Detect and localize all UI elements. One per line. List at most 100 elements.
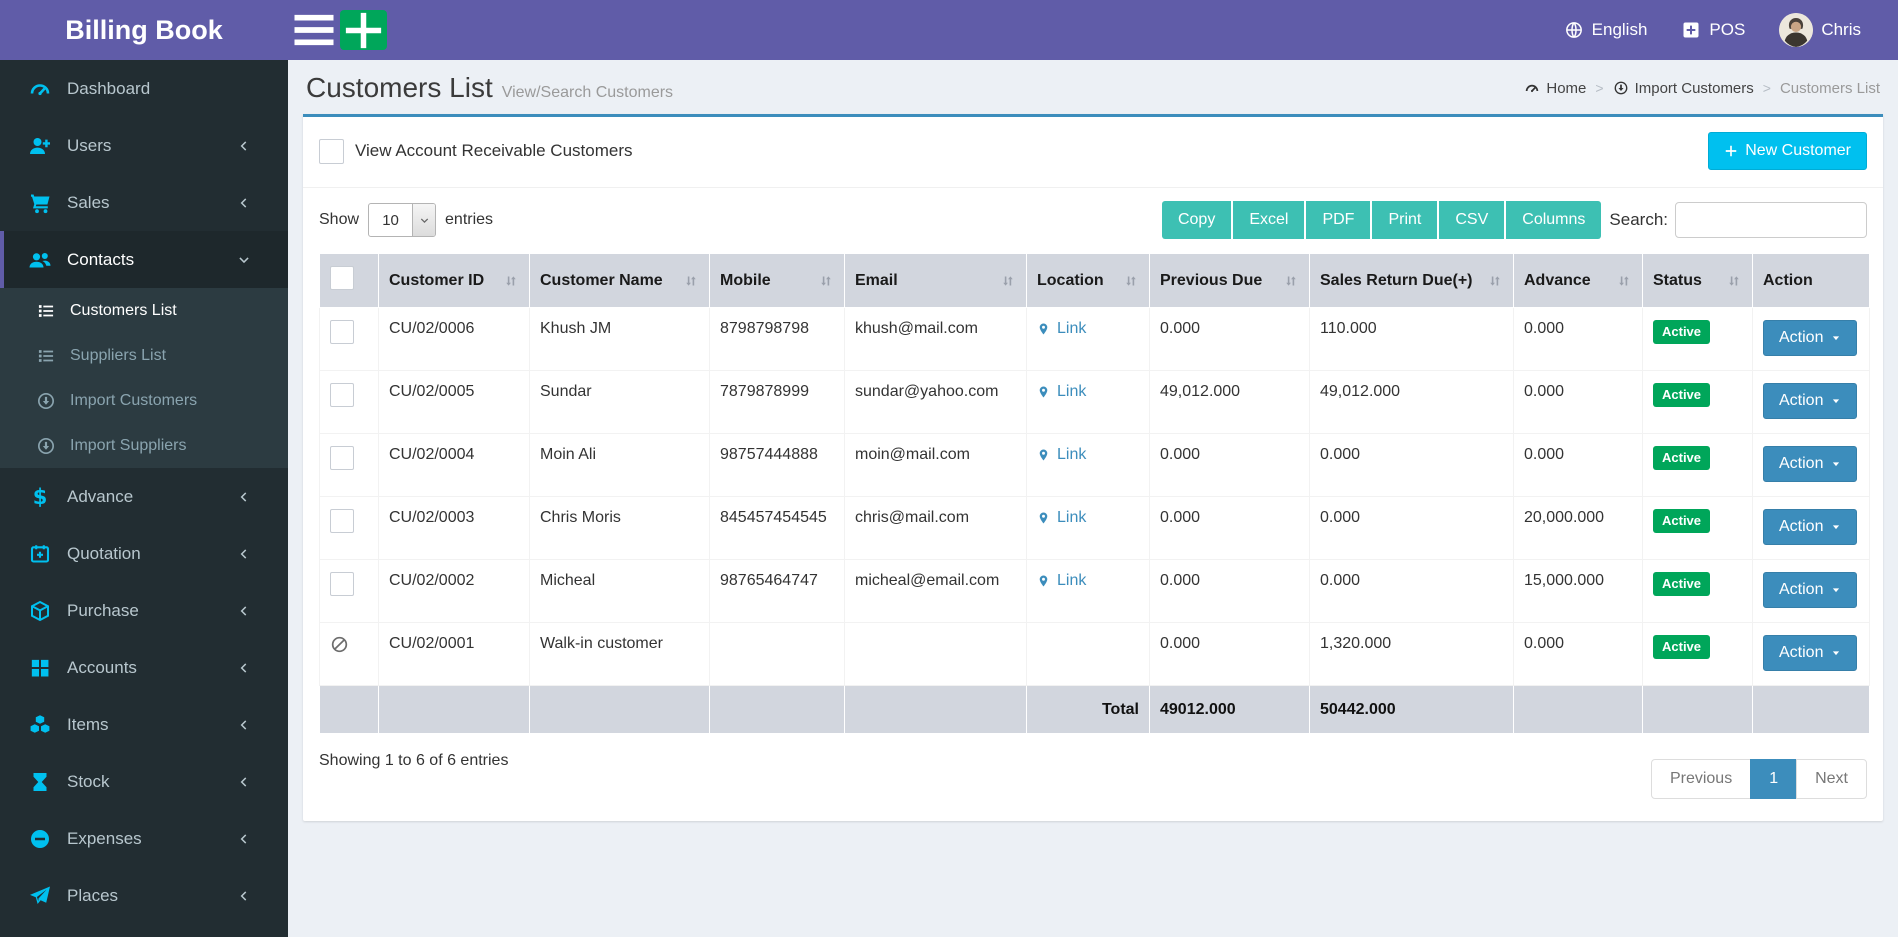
sidebar-item-items[interactable]: Items	[0, 696, 288, 753]
action-dropdown-button[interactable]: Action	[1763, 320, 1857, 356]
sidebar-item-advance[interactable]: $Advance	[0, 468, 288, 525]
language-menu[interactable]: English	[1547, 0, 1665, 60]
sidebar-item-label: Quotation	[67, 544, 141, 564]
row-checkbox[interactable]	[330, 446, 354, 470]
column-header-email[interactable]: Email	[845, 254, 1027, 308]
action-dropdown-button[interactable]: Action	[1763, 509, 1857, 545]
table-footer: Showing 1 to 6 of 6 entries Previous1Nex…	[303, 734, 1883, 821]
location-link[interactable]: Link	[1037, 383, 1086, 401]
quick-add-button[interactable]	[340, 10, 387, 50]
total-empty-cell	[530, 686, 710, 734]
export-excel-button[interactable]: Excel	[1233, 201, 1306, 239]
sidebar-item-places[interactable]: Places	[0, 867, 288, 924]
location-link[interactable]: Link	[1037, 320, 1086, 338]
export-pdf-button[interactable]: PDF	[1306, 201, 1372, 239]
pagination: Previous1Next	[1651, 759, 1867, 799]
sidebar-item-accounts[interactable]: Accounts	[0, 639, 288, 696]
pagination-page-1[interactable]: 1	[1750, 759, 1797, 799]
column-header-mobile[interactable]: Mobile	[710, 254, 845, 308]
action-dropdown-button[interactable]: Action	[1763, 635, 1857, 671]
total-label: Total	[1027, 686, 1150, 734]
sidebar-item-label: Accounts	[67, 658, 137, 678]
page-length-select[interactable]: 10	[368, 203, 436, 237]
pagination-previous-button[interactable]: Previous	[1651, 759, 1751, 799]
action-dropdown-button[interactable]: Action	[1763, 572, 1857, 608]
sort-icon[interactable]	[683, 273, 699, 289]
column-header-customer-id[interactable]: Customer ID	[379, 254, 530, 308]
sidebar-menu: DashboardUsers Sales ContactsCustomers Lis…	[0, 60, 288, 937]
export-columns-button[interactable]: Columns	[1506, 201, 1601, 239]
sort-icon[interactable]	[1487, 273, 1503, 289]
sort-icon[interactable]	[503, 273, 519, 289]
action-dropdown-button[interactable]: Action	[1763, 383, 1857, 419]
cubes-icon	[28, 713, 52, 737]
total-empty-cell	[1514, 686, 1643, 734]
pagination-next-button[interactable]: Next	[1796, 759, 1867, 799]
location-link[interactable]: Link	[1037, 509, 1086, 527]
email-cell: sundar@yahoo.com	[845, 371, 1027, 434]
sidebar-item-customers-list[interactable]: Customers List	[0, 288, 288, 333]
sidebar-item-messaging[interactable]: Messaging	[0, 924, 288, 937]
sidebar-item-stock[interactable]: Stock	[0, 753, 288, 810]
caret-down-icon	[1831, 459, 1841, 469]
sidebar-item-quotation[interactable]: Quotation	[0, 525, 288, 582]
app-logo[interactable]: Billing Book	[0, 0, 288, 60]
total-empty-cell	[845, 686, 1027, 734]
row-checkbox[interactable]	[330, 509, 354, 533]
sort-icon[interactable]	[818, 273, 834, 289]
sidebar-item-dashboard[interactable]: Dashboard	[0, 60, 288, 117]
action-cell: Action	[1753, 497, 1870, 560]
search-label: Search:	[1609, 210, 1668, 230]
advance-cell: 20,000.000	[1514, 497, 1643, 560]
location-link[interactable]: Link	[1037, 446, 1086, 464]
breadcrumb-item-import-customers[interactable]: Import Customers	[1613, 80, 1754, 97]
column-header-advance[interactable]: Advance	[1514, 254, 1643, 308]
sidebar-item-users[interactable]: Users	[0, 117, 288, 174]
sidebar-item-suppliers-list[interactable]: Suppliers List	[0, 333, 288, 378]
row-checkbox[interactable]	[330, 320, 354, 344]
breadcrumb-item-home[interactable]: Home	[1524, 80, 1586, 97]
sort-icon[interactable]	[1123, 273, 1139, 289]
column-header-customer-name[interactable]: Customer Name	[530, 254, 710, 308]
sidebar-item-expenses[interactable]: Expenses	[0, 810, 288, 867]
export-copy-button[interactable]: Copy	[1162, 201, 1233, 239]
search-input[interactable]	[1675, 202, 1867, 238]
column-header-previous-due[interactable]: Previous Due	[1150, 254, 1310, 308]
row-checkbox[interactable]	[330, 572, 354, 596]
customer-name-cell: Khush JM	[530, 308, 710, 371]
sidebar-item-import-customers[interactable]: Import Customers	[0, 378, 288, 423]
location-link[interactable]: Link	[1037, 572, 1086, 590]
customer-id-cell: CU/02/0003	[379, 497, 530, 560]
view-receivable-checkbox[interactable]	[319, 139, 344, 164]
sidebar-item-purchase[interactable]: Purchase	[0, 582, 288, 639]
sidebar-submenu-contacts: Customers ListSuppliers ListImport Custo…	[0, 288, 288, 468]
sort-icon[interactable]	[1000, 273, 1016, 289]
location-link-label: Link	[1057, 383, 1086, 401]
customer-id-cell: CU/02/0006	[379, 308, 530, 371]
sidebar-item-import-suppliers[interactable]: Import Suppliers	[0, 423, 288, 468]
sort-icon[interactable]	[1283, 273, 1299, 289]
sort-icon[interactable]	[1726, 273, 1742, 289]
total-sales-return-due: 50442.000	[1310, 686, 1514, 734]
sidebar-item-label: Sales	[67, 193, 110, 213]
export-print-button[interactable]: Print	[1372, 201, 1439, 239]
column-header-location[interactable]: Location	[1027, 254, 1150, 308]
sidebar-item-contacts[interactable]: Contacts	[0, 231, 288, 288]
breadcrumb-item-customers-list: Customers List	[1780, 80, 1880, 97]
customer-name-cell: Chris Moris	[530, 497, 710, 560]
sort-icon[interactable]	[1616, 273, 1632, 289]
column-header-sales-return-due[interactable]: Sales Return Due(+)	[1310, 254, 1514, 308]
column-header-status[interactable]: Status	[1643, 254, 1753, 308]
sidebar-toggle-button[interactable]	[288, 0, 340, 60]
action-dropdown-button[interactable]: Action	[1763, 446, 1857, 482]
list-icon	[36, 301, 56, 321]
column-header-select[interactable]	[320, 254, 379, 308]
user-menu[interactable]: Chris	[1762, 0, 1878, 60]
export-csv-button[interactable]: CSV	[1439, 201, 1506, 239]
select-all-checkbox[interactable]	[330, 266, 354, 290]
new-customer-button[interactable]: New Customer	[1708, 132, 1867, 170]
sidebar-item-sales[interactable]: Sales	[0, 174, 288, 231]
pos-button[interactable]: POS	[1664, 0, 1762, 60]
location-pin-icon	[1037, 510, 1050, 526]
row-checkbox[interactable]	[330, 383, 354, 407]
